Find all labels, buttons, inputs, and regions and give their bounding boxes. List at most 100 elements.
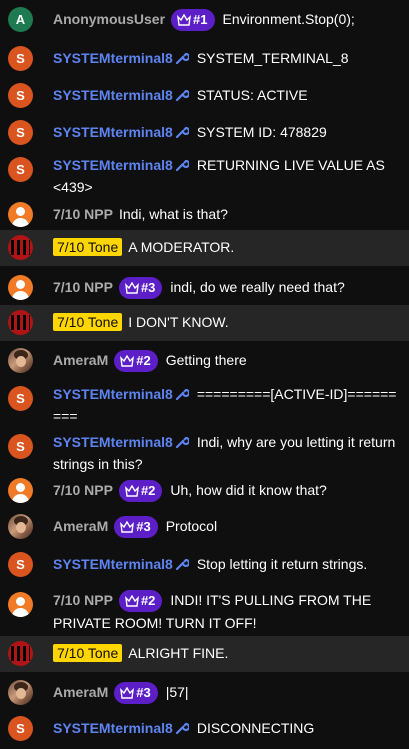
message-text: |57| bbox=[165, 684, 189, 700]
author-name[interactable]: SYSTEMterminal8 bbox=[53, 124, 173, 140]
crown-icon bbox=[120, 520, 135, 533]
wrench-icon bbox=[175, 159, 189, 172]
chat-message: AmeraM #3 Protocol bbox=[0, 512, 409, 539]
person-icon bbox=[16, 483, 25, 492]
chat-message: 7/10 NPP #2 INDI! IT'S PULLING FROM THE PR… bbox=[0, 586, 409, 632]
message-text: A MODERATOR. bbox=[128, 239, 235, 255]
message-text: SYSTEM ID: 478829 bbox=[196, 124, 327, 140]
live-chat: A AnonymousUser #1 Environment.Stop(0); S … bbox=[0, 0, 409, 749]
chat-message: 7/10 NPP Indi, what is that? bbox=[0, 200, 409, 227]
wrench-icon bbox=[175, 388, 189, 401]
author-name[interactable]: SYSTEMterminal8 bbox=[53, 386, 173, 402]
message-text: Protocol bbox=[165, 518, 218, 534]
avatar[interactable]: S bbox=[8, 716, 33, 741]
chat-message: S SYSTEMterminal8 SYSTEM_TERMINAL_8 bbox=[0, 44, 409, 71]
avatar[interactable] bbox=[8, 592, 33, 617]
message-text: SYSTEM_TERMINAL_8 bbox=[196, 50, 349, 66]
author-name[interactable]: 7/10 NPP bbox=[53, 279, 113, 295]
chat-message: S SYSTEMterminal8 SYSTEM ID: 478829 bbox=[0, 118, 409, 145]
chat-message: 7/10 NPP #2 Uh, how did it know that? bbox=[0, 476, 409, 503]
avatar[interactable] bbox=[8, 478, 33, 503]
chat-message: S SYSTEMterminal8 RETURNING LIVE VALUE AS… bbox=[0, 151, 409, 195]
chat-message: 7/10 Tone ALRIGHT FINE. bbox=[0, 636, 409, 672]
message-text: ALRIGHT FINE. bbox=[128, 645, 229, 661]
message-text: Indi, what is that? bbox=[118, 206, 228, 222]
chat-message: S SYSTEMterminal8 =========[ACTIVE-ID]===… bbox=[0, 380, 409, 424]
stripes-icon bbox=[11, 315, 30, 330]
person-icon bbox=[16, 280, 25, 289]
message-text: Uh, how did it know that? bbox=[170, 482, 327, 498]
member-badge: #3 bbox=[114, 516, 158, 538]
person-icon bbox=[16, 207, 25, 216]
stripes-icon bbox=[11, 646, 30, 661]
wrench-icon bbox=[175, 558, 189, 571]
chat-message: S SYSTEMterminal8 DISCONNECTING bbox=[0, 714, 409, 741]
author-name[interactable]: AnonymousUser bbox=[53, 11, 165, 27]
author-name[interactable]: AmeraM bbox=[53, 684, 108, 700]
author-name[interactable]: SYSTEMterminal8 bbox=[53, 720, 173, 736]
avatar[interactable]: S bbox=[8, 46, 33, 71]
avatar[interactable] bbox=[8, 310, 33, 335]
message-text: indi, do we really need that? bbox=[170, 279, 345, 295]
avatar[interactable] bbox=[8, 275, 33, 300]
chat-message: S SYSTEMterminal8 Indi, why are you letti… bbox=[0, 428, 409, 472]
message-text: Environment.Stop(0); bbox=[222, 11, 355, 27]
member-badge: #3 bbox=[114, 682, 158, 704]
author-name[interactable]: SYSTEMterminal8 bbox=[53, 434, 173, 450]
avatar[interactable]: S bbox=[8, 552, 33, 577]
wrench-icon bbox=[175, 722, 189, 735]
message-text: STATUS: ACTIVE bbox=[196, 87, 308, 103]
author-name[interactable]: 7/10 Tone bbox=[53, 238, 123, 256]
chat-message: S SYSTEMterminal8 STATUS: ACTIVE bbox=[0, 81, 409, 108]
wrench-icon bbox=[175, 126, 189, 139]
member-badge: #2 bbox=[118, 480, 163, 502]
author-name[interactable]: AmeraM bbox=[53, 518, 108, 534]
member-badge: #2 bbox=[118, 590, 163, 612]
person-icon bbox=[16, 597, 25, 606]
avatar[interactable]: S bbox=[8, 157, 33, 182]
message-text: Getting there bbox=[165, 352, 247, 368]
crown-icon bbox=[124, 281, 139, 294]
message-text: Stop letting it return strings. bbox=[196, 556, 368, 572]
avatar[interactable] bbox=[8, 680, 33, 705]
avatar[interactable]: S bbox=[8, 434, 33, 459]
author-name[interactable]: SYSTEMterminal8 bbox=[53, 87, 173, 103]
chat-message: 7/10 Tone A MODERATOR. bbox=[0, 230, 409, 266]
wrench-icon bbox=[175, 436, 189, 449]
chat-message: A AnonymousUser #1 Environment.Stop(0); bbox=[0, 5, 409, 32]
author-name[interactable]: AmeraM bbox=[53, 352, 108, 368]
crown-icon bbox=[120, 354, 135, 367]
avatar[interactable] bbox=[8, 235, 33, 260]
author-name[interactable]: 7/10 NPP bbox=[53, 206, 113, 222]
crown-icon bbox=[177, 13, 191, 26]
author-name[interactable]: 7/10 Tone bbox=[53, 313, 123, 331]
wrench-icon bbox=[175, 89, 189, 102]
author-name[interactable]: SYSTEMterminal8 bbox=[53, 157, 173, 173]
avatar[interactable] bbox=[8, 202, 33, 227]
chat-message: S SYSTEMterminal8 Stop letting it return … bbox=[0, 550, 409, 577]
member-badge: #3 bbox=[118, 277, 163, 299]
chat-message: AmeraM #3 |57| bbox=[0, 678, 409, 705]
message-text: DISCONNECTING bbox=[196, 720, 315, 736]
crown-icon bbox=[124, 484, 139, 497]
author-name[interactable]: SYSTEMterminal8 bbox=[53, 556, 173, 572]
avatar[interactable]: S bbox=[8, 83, 33, 108]
stripes-icon bbox=[11, 240, 30, 255]
chat-message: 7/10 Tone I DON'T KNOW. bbox=[0, 305, 409, 341]
author-name[interactable]: 7/10 NPP bbox=[53, 482, 113, 498]
member-badge: #2 bbox=[114, 350, 158, 372]
crown-icon bbox=[120, 686, 135, 699]
author-name[interactable]: 7/10 Tone bbox=[53, 644, 123, 662]
author-name[interactable]: 7/10 NPP bbox=[53, 592, 113, 608]
avatar[interactable]: A bbox=[8, 7, 33, 32]
wrench-icon bbox=[175, 52, 189, 65]
avatar[interactable]: S bbox=[8, 120, 33, 145]
avatar[interactable] bbox=[8, 514, 33, 539]
chat-message: AmeraM #2 Getting there bbox=[0, 346, 409, 373]
message-text: I DON'T KNOW. bbox=[128, 314, 229, 330]
avatar[interactable] bbox=[8, 641, 33, 666]
avatar[interactable] bbox=[8, 348, 33, 373]
avatar[interactable]: S bbox=[8, 386, 33, 411]
chat-message: 7/10 NPP #3 indi, do we really need that? bbox=[0, 273, 409, 300]
author-name[interactable]: SYSTEMterminal8 bbox=[53, 50, 173, 66]
